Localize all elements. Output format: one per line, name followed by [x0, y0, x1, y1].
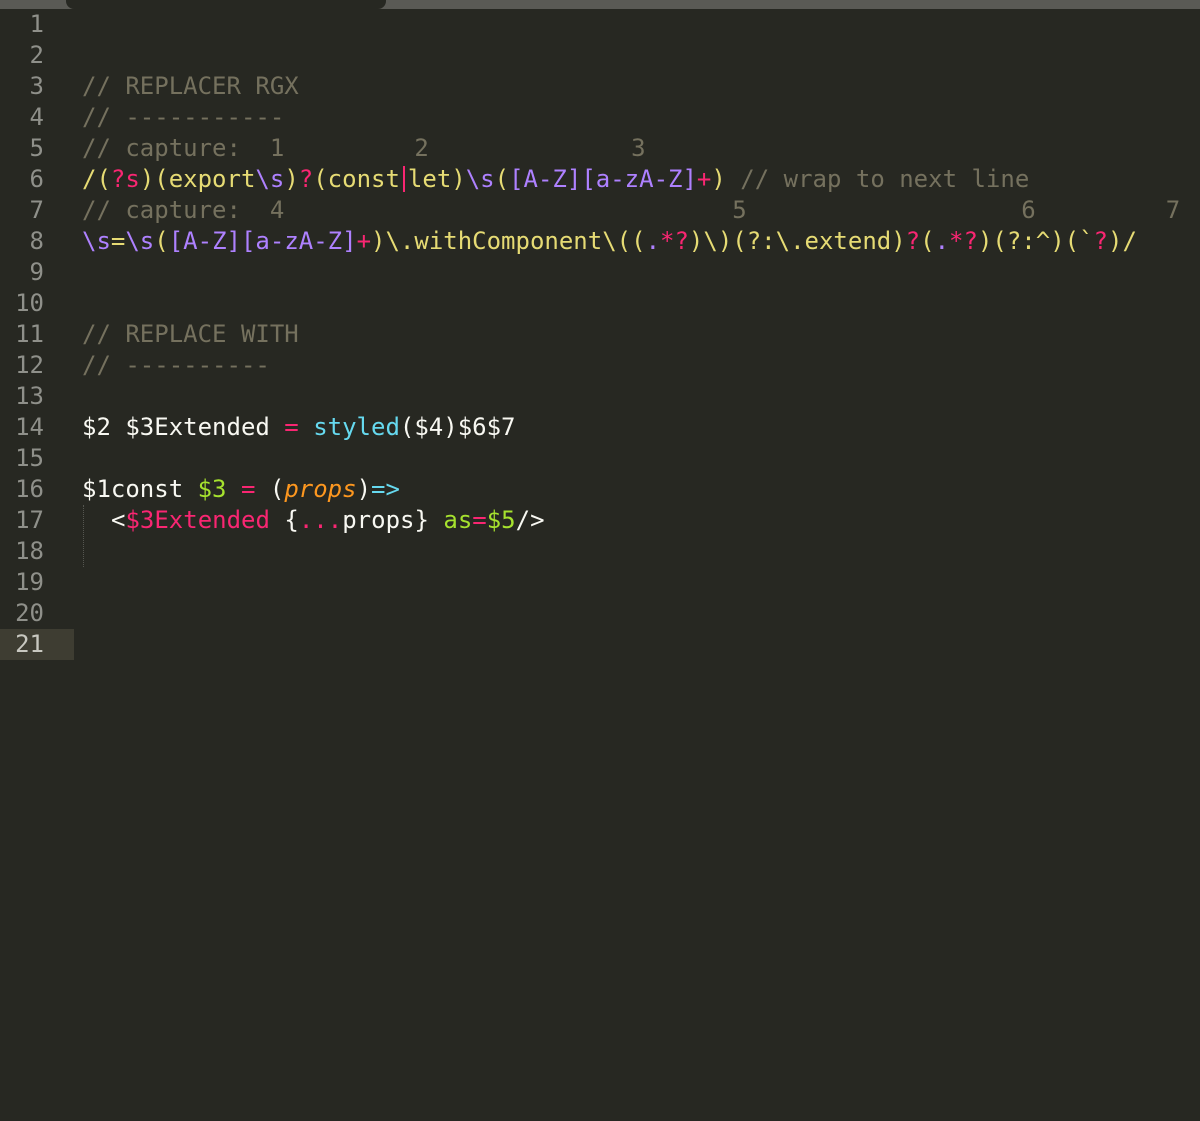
code-token: {	[269, 506, 299, 534]
regex-token: ?	[905, 227, 921, 255]
code-token: =	[472, 506, 487, 534]
code-line-16[interactable]: $1const $3 = (props)=>	[82, 474, 400, 505]
regex-token: *?	[949, 227, 978, 255]
regex-token: /(	[82, 165, 111, 193]
line-number: 6	[29, 165, 44, 193]
line-number: 8	[29, 227, 44, 255]
regex-token: )	[711, 165, 726, 193]
code-token: ($4)$6$7	[399, 413, 516, 441]
regex-token: [A-Z][a-zA-Z]	[168, 227, 357, 255]
code-token: styled	[298, 413, 400, 441]
line-number: 20	[15, 599, 44, 627]
code-line-7[interactable]: // capture: 4 5 6 7	[82, 195, 1180, 226]
active-tab[interactable]	[66, 0, 386, 9]
line-number-gutter: 1 2 3 4 5 6 7 8 9 10 11 12 13 14 15 16 1…	[0, 9, 74, 1121]
regex-token: \s	[125, 227, 155, 255]
line-number: 17	[15, 506, 44, 534]
code-line-12[interactable]: // ----------	[82, 350, 270, 381]
code-token: (	[255, 475, 285, 503]
code-token: $1const	[82, 475, 198, 503]
code-token: <	[111, 506, 126, 534]
code-token: />	[515, 506, 545, 534]
indent-guide	[83, 505, 84, 567]
line-number: 18	[15, 537, 44, 565]
regex-token: \s	[465, 165, 495, 193]
code-token: $3Extended	[125, 506, 270, 534]
line-number: 12	[15, 351, 44, 379]
code-token: as	[443, 506, 473, 534]
tab-bar	[0, 0, 1200, 9]
code-line-3[interactable]: // REPLACER RGX	[82, 71, 299, 102]
code-token: =	[240, 475, 256, 503]
line-number: 9	[29, 258, 44, 286]
regex-token: (?:\.extend)	[732, 227, 906, 255]
code-token: $2 $3Extended	[82, 413, 285, 441]
regex-token: (	[920, 227, 935, 255]
code-token: )	[356, 475, 372, 503]
line-number: 13	[15, 382, 44, 410]
regex-token: )	[284, 165, 299, 193]
line-number: 1	[29, 10, 44, 38]
code-token: props}	[342, 506, 444, 534]
regex-token: )\)	[688, 227, 733, 255]
code-token: $3	[197, 475, 227, 503]
line-number: 15	[15, 444, 44, 472]
line-number: 14	[15, 413, 44, 441]
regex-token: (`	[1064, 227, 1094, 255]
regex-token: )(export	[139, 165, 256, 193]
regex-token: (?:^)	[992, 227, 1065, 255]
regex-token: let)	[407, 165, 466, 193]
line-number: 5	[29, 134, 44, 162]
regex-token: (	[494, 165, 510, 193]
regex-token: ?s	[110, 165, 140, 193]
regex-token: .	[934, 227, 950, 255]
code-line-11[interactable]: // REPLACE WITH	[82, 319, 299, 350]
code-editor[interactable]: 1 2 3 4 5 6 7 8 9 10 11 12 13 14 15 16 1…	[0, 0, 1200, 1121]
code-line-8[interactable]: \s=\s([A-Z][a-zA-Z]+)\.withComponent\((.…	[82, 226, 1137, 257]
regex-token: )/	[1108, 227, 1137, 255]
line-number: 19	[15, 568, 44, 596]
regex-token: +	[696, 165, 712, 193]
line-number: 2	[29, 41, 44, 69]
code-line-14[interactable]: $2 $3Extended = styled($4)$6$7	[82, 412, 516, 443]
regex-token: ?	[298, 165, 314, 193]
line-number: 4	[29, 103, 44, 131]
line-number: 3	[29, 72, 44, 100]
code-line-6[interactable]: /(?s)(export\s)?(const let)\s([A-Z][a-zA-…	[82, 164, 1029, 195]
regex-token: (const	[313, 165, 400, 193]
regex-token: )\.withComponent\((	[371, 227, 646, 255]
regex-token: [A-Z][a-zA-Z]	[509, 165, 697, 193]
regex-token: *?	[660, 227, 689, 255]
line-number: 7	[29, 196, 44, 224]
code-token: ...	[298, 506, 343, 534]
line-number: 16	[15, 475, 44, 503]
line-number: 10	[15, 289, 44, 317]
regex-token: \s	[255, 165, 285, 193]
code-line-4[interactable]: // -----------	[82, 102, 284, 133]
code-token: props	[284, 475, 357, 503]
regex-token: \s	[82, 227, 111, 255]
line-number: 11	[15, 320, 44, 348]
regex-token: ?	[1093, 227, 1108, 255]
code-token: =	[284, 413, 299, 441]
regex-token: =	[110, 227, 126, 255]
code-token: =>	[371, 475, 400, 503]
code-line-5[interactable]: // capture: 1 2 3	[82, 133, 646, 164]
line-number-current: 21	[15, 630, 44, 658]
regex-token: .	[645, 227, 661, 255]
regex-token: (	[154, 227, 169, 255]
code-line-17[interactable]: <$3Extended {...props} as=$5/>	[111, 505, 545, 536]
regex-token: )	[977, 227, 993, 255]
regex-token: +	[356, 227, 372, 255]
code-token: $5	[486, 506, 516, 534]
inline-comment: // wrap to next line	[725, 165, 1030, 193]
regex-alternation-bar	[402, 166, 405, 192]
